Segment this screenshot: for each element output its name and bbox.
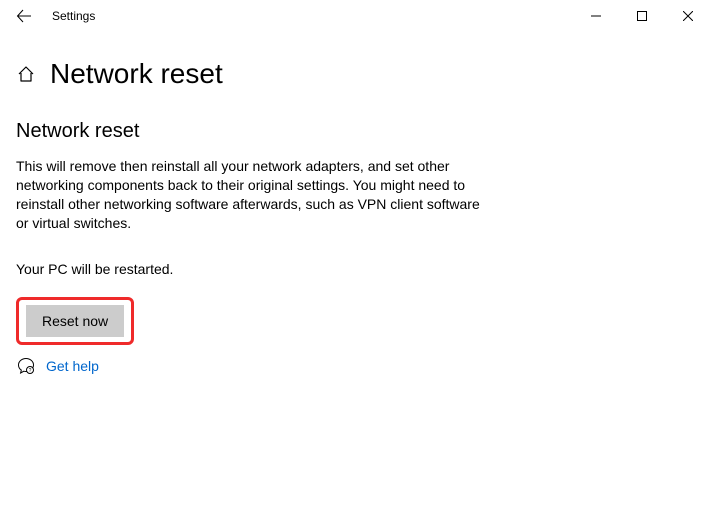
minimize-button[interactable] [573,0,619,32]
window-controls [573,0,711,32]
help-row: ? Get help [17,357,695,375]
home-icon [17,65,35,83]
help-icon-wrapper: ? [17,357,35,375]
minimize-icon [591,11,601,21]
titlebar-label: Settings [52,9,95,23]
highlight-box: Reset now [16,297,134,345]
titlebar: Settings [0,0,711,32]
chat-help-icon: ? [17,357,35,375]
maximize-button[interactable] [619,0,665,32]
reset-now-button[interactable]: Reset now [26,305,124,337]
maximize-icon [637,11,647,21]
arrow-left-icon [16,8,32,24]
svg-text:?: ? [29,368,32,374]
section-heading: Network reset [16,120,695,143]
content-area: Network reset Network reset This will re… [0,58,711,375]
close-icon [683,11,693,21]
restart-note: Your PC will be restarted. [16,261,695,277]
close-button[interactable] [665,0,711,32]
get-help-link[interactable]: Get help [46,358,99,374]
page-title: Network reset [50,58,223,90]
page-header: Network reset [16,58,695,90]
back-button[interactable] [14,6,34,26]
description-text: This will remove then reinstall all your… [16,157,496,233]
home-button[interactable] [16,64,36,84]
